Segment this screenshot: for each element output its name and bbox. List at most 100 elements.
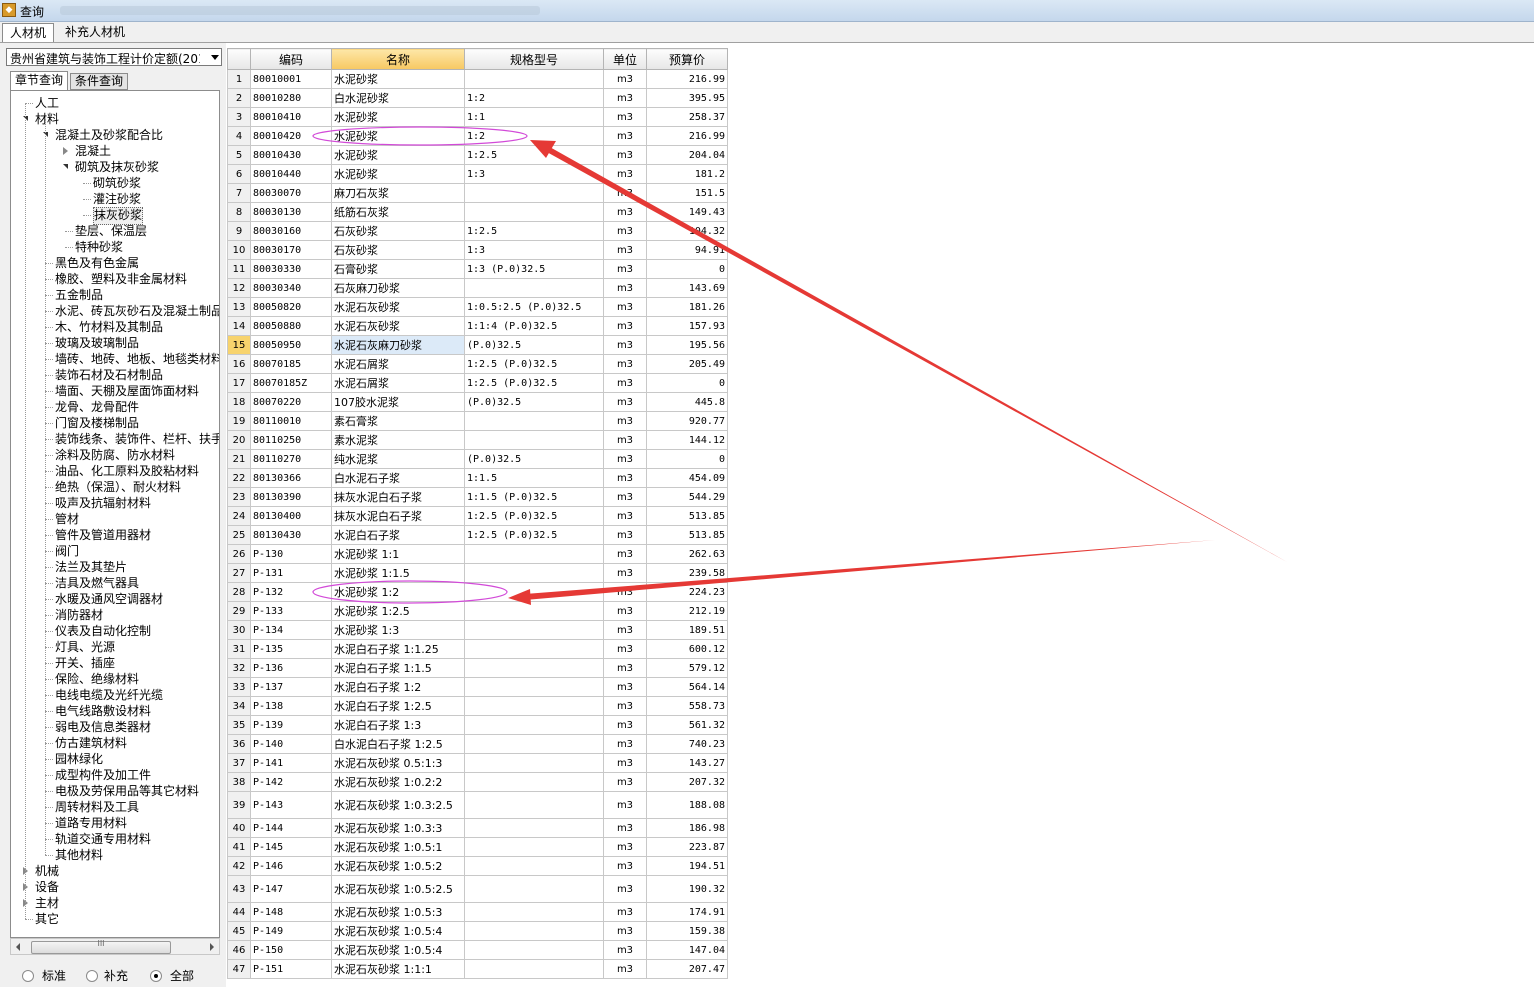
tree-node[interactable]: 五金制品 bbox=[55, 287, 103, 303]
column-header-spec[interactable]: 规格型号 bbox=[464, 48, 604, 70]
collapse-triangle-icon[interactable] bbox=[63, 164, 68, 169]
material-spec[interactable] bbox=[464, 818, 604, 838]
table-row[interactable]: 5 80010430 水泥砂浆 1:2.5 m3 204.04 bbox=[227, 145, 728, 165]
tree-node[interactable]: 保险、绝缘材料 bbox=[55, 671, 139, 687]
table-row[interactable]: 23 80130390 抹灰水泥白石子浆 1:1.5 (P.0)32.5 m3 544.2… bbox=[227, 487, 728, 507]
tree-node[interactable]: 电极及劳保用品等其它材料 bbox=[55, 783, 199, 799]
scroll-left-arrow-icon[interactable] bbox=[16, 943, 20, 951]
material-name[interactable]: 水泥白石子浆 1:1.5 bbox=[331, 658, 465, 678]
table-row[interactable]: 42 P-146 水泥石灰砂浆 1:0.5:2 m3 194.51 bbox=[227, 856, 728, 876]
table-row[interactable]: 1 80010001 水泥砂浆 m3 216.99 bbox=[227, 69, 728, 89]
table-row[interactable]: 30 P-134 水泥砂浆 1:3 m3 189.51 bbox=[227, 620, 728, 640]
row-number[interactable]: 10 bbox=[227, 240, 251, 260]
material-price[interactable]: 920.77 bbox=[646, 411, 728, 431]
material-code[interactable]: P-131 bbox=[250, 563, 332, 583]
row-number[interactable]: 12 bbox=[227, 278, 251, 298]
material-name[interactable]: 水泥石灰砂浆 1:0.5:2 bbox=[331, 856, 465, 876]
row-number[interactable]: 43 bbox=[227, 875, 251, 903]
material-spec[interactable]: 1:2.5 (P.0)32.5 bbox=[464, 506, 604, 526]
material-unit[interactable]: m3 bbox=[603, 772, 647, 792]
material-name[interactable]: 水泥石灰砂浆 1:0.5:2.5 bbox=[331, 875, 465, 903]
radio-circle[interactable] bbox=[150, 970, 162, 982]
material-unit[interactable]: m3 bbox=[603, 875, 647, 903]
material-spec[interactable]: 1:1.5 (P.0)32.5 bbox=[464, 487, 604, 507]
material-price[interactable]: 513.85 bbox=[646, 525, 728, 545]
table-row[interactable]: 18 80070220 107胶水泥浆 (P.0)32.5 m3 445.8 bbox=[227, 392, 728, 412]
scrollbar-thumb[interactable]: III bbox=[31, 939, 171, 954]
material-spec[interactable]: 1:1:4 (P.0)32.5 bbox=[464, 316, 604, 336]
tree-node[interactable]: 木、竹材料及其制品 bbox=[55, 319, 163, 335]
material-name[interactable]: 白水泥砂浆 bbox=[331, 88, 465, 108]
material-name[interactable]: 水泥白石子浆 1:3 bbox=[331, 715, 465, 735]
material-price[interactable]: 104.32 bbox=[646, 221, 728, 241]
material-code[interactable]: P-138 bbox=[250, 696, 332, 716]
material-price[interactable]: 181.2 bbox=[646, 164, 728, 184]
tree-node[interactable]: 玻璃及玻璃制品 bbox=[55, 335, 139, 351]
table-row[interactable]: 36 P-140 白水泥白石子浆 1:2.5 m3 740.23 bbox=[227, 734, 728, 754]
material-name[interactable]: 水泥石灰砂浆 1:0.5:4 bbox=[331, 940, 465, 960]
tree-node[interactable]: 开关、插座 bbox=[55, 655, 115, 671]
material-price[interactable]: 204.04 bbox=[646, 145, 728, 165]
row-number[interactable]: 44 bbox=[227, 902, 251, 922]
material-price[interactable]: 395.95 bbox=[646, 88, 728, 108]
column-header-price[interactable]: 预算价 bbox=[646, 48, 728, 70]
table-row[interactable]: 20 80110250 素水泥浆 m3 144.12 bbox=[227, 430, 728, 450]
material-name[interactable]: 水泥石灰砂浆 1:1:1 bbox=[331, 959, 465, 979]
material-spec[interactable] bbox=[464, 734, 604, 754]
material-spec[interactable] bbox=[464, 772, 604, 792]
material-code[interactable]: 80030130 bbox=[250, 202, 332, 222]
tree-node[interactable]: 仿古建筑材料 bbox=[55, 735, 127, 751]
table-row[interactable]: 39 P-143 水泥石灰砂浆 1:0.3:2.5 m3 188.08 bbox=[227, 791, 728, 819]
tree-node[interactable]: 砌筑砂浆 bbox=[93, 175, 141, 191]
material-spec[interactable] bbox=[464, 902, 604, 922]
material-name[interactable]: 水泥砂浆 1:1 bbox=[331, 544, 465, 564]
tree-node[interactable]: 绝热（保温）、耐火材料 bbox=[55, 479, 181, 495]
material-code[interactable]: 80030330 bbox=[250, 259, 332, 279]
tree-node[interactable]: 混凝土 bbox=[75, 143, 111, 159]
material-price[interactable]: 207.47 bbox=[646, 959, 728, 979]
material-name[interactable]: 麻刀石灰浆 bbox=[331, 183, 465, 203]
material-grid[interactable]: 编码 名称 规格型号 单位 预算价 1 80010001 水泥砂浆 m3 216.99 2… bbox=[227, 48, 728, 987]
row-number[interactable]: 11 bbox=[227, 259, 251, 279]
table-row[interactable]: 17 80070185Z 水泥石屑浆 1:2.5 (P.0)32.5 m3 0 bbox=[227, 373, 728, 393]
tree-node[interactable]: 水泥、砖瓦灰砂石及混凝土制品 bbox=[55, 303, 219, 319]
material-name[interactable]: 水泥砂浆 bbox=[331, 69, 465, 89]
material-code[interactable]: P-145 bbox=[250, 837, 332, 857]
material-spec[interactable]: 1:2 bbox=[464, 88, 604, 108]
material-spec[interactable] bbox=[464, 837, 604, 857]
material-unit[interactable]: m3 bbox=[603, 837, 647, 857]
row-number[interactable]: 24 bbox=[227, 506, 251, 526]
material-spec[interactable] bbox=[464, 753, 604, 773]
material-code[interactable]: P-147 bbox=[250, 875, 332, 903]
material-name[interactable]: 水泥石灰砂浆 1:0.3:3 bbox=[331, 818, 465, 838]
material-price[interactable]: 445.8 bbox=[646, 392, 728, 412]
material-code[interactable]: 80030170 bbox=[250, 240, 332, 260]
material-code[interactable]: P-135 bbox=[250, 639, 332, 659]
material-spec[interactable] bbox=[464, 639, 604, 659]
material-price[interactable]: 216.99 bbox=[646, 69, 728, 89]
material-name[interactable]: 水泥砂浆 bbox=[331, 126, 465, 146]
tree-node[interactable]: 垫层、保温层 bbox=[75, 223, 147, 239]
tree-node[interactable]: 黑色及有色金属 bbox=[55, 255, 139, 271]
material-spec[interactable] bbox=[464, 715, 604, 735]
row-number[interactable]: 22 bbox=[227, 468, 251, 488]
material-price[interactable]: 144.12 bbox=[646, 430, 728, 450]
material-code[interactable]: P-150 bbox=[250, 940, 332, 960]
material-spec[interactable]: 1:3 bbox=[464, 164, 604, 184]
table-row[interactable]: 19 80110010 素石膏浆 m3 920.77 bbox=[227, 411, 728, 431]
material-price[interactable]: 600.12 bbox=[646, 639, 728, 659]
material-unit[interactable]: m3 bbox=[603, 639, 647, 659]
material-code[interactable]: P-140 bbox=[250, 734, 332, 754]
row-number[interactable]: 34 bbox=[227, 696, 251, 716]
table-row[interactable]: 14 80050880 水泥石灰砂浆 1:1:4 (P.0)32.5 m3 157.93 bbox=[227, 316, 728, 336]
row-number[interactable]: 8 bbox=[227, 202, 251, 222]
material-name[interactable]: 石膏砂浆 bbox=[331, 259, 465, 279]
material-spec[interactable] bbox=[464, 278, 604, 298]
tree-node[interactable]: 人工 bbox=[35, 95, 59, 111]
material-price[interactable]: 159.38 bbox=[646, 921, 728, 941]
tree-node[interactable]: 成型构件及加工件 bbox=[55, 767, 151, 783]
material-code[interactable]: P-146 bbox=[250, 856, 332, 876]
material-spec[interactable]: 1:2.5 (P.0)32.5 bbox=[464, 525, 604, 545]
material-spec[interactable]: 1:2.5 bbox=[464, 221, 604, 241]
table-row[interactable]: 24 80130400 抹灰水泥白石子浆 1:2.5 (P.0)32.5 m3 513.8… bbox=[227, 506, 728, 526]
